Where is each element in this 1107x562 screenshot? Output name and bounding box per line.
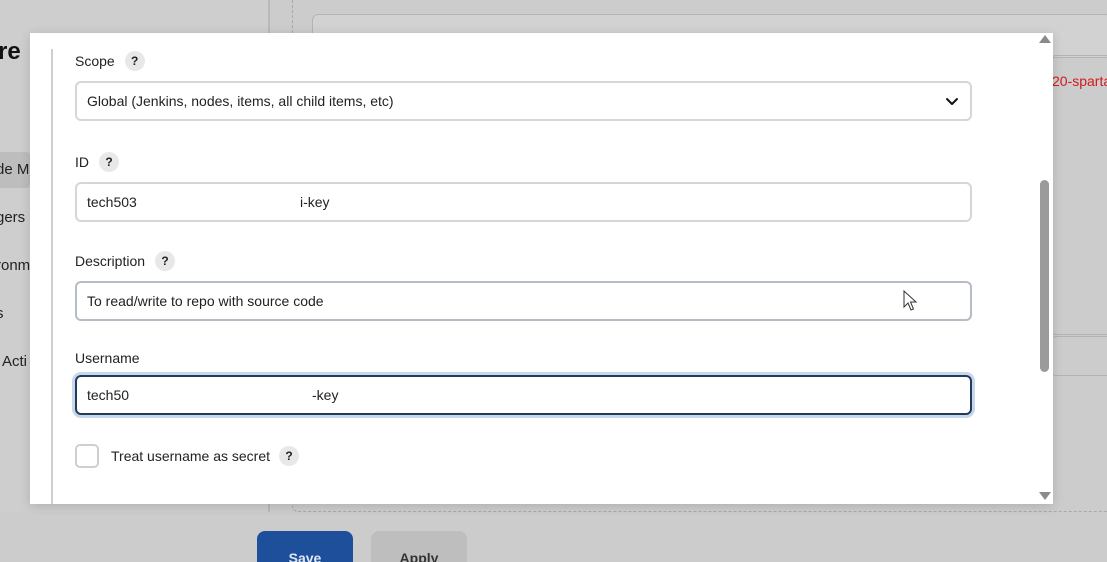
username-input[interactable]: tech50 -key [75, 375, 972, 415]
description-label-row: Description ? [75, 251, 176, 271]
scrollbar-thumb[interactable] [1040, 180, 1049, 372]
add-credentials-dialog: Scope ? Global (Jenkins, nodes, items, a… [30, 33, 1053, 504]
id-value-prefix: tech503 [87, 194, 137, 210]
background-field-right-lower [1050, 336, 1107, 376]
dialog-left-rule [51, 49, 53, 504]
treat-username-secret-label: Treat username as secret [111, 448, 270, 464]
treat-username-secret-checkbox[interactable] [75, 444, 99, 468]
description-value: To read/write to repo with source code [87, 293, 324, 309]
username-label: Username [75, 350, 140, 366]
id-label-row: ID ? [75, 152, 119, 172]
username-value-prefix: tech50 [87, 387, 130, 403]
username-label-row: Username [75, 350, 140, 366]
id-help-icon[interactable]: ? [99, 152, 119, 172]
save-button[interactable]: Save [257, 531, 353, 562]
background-sidebar-item[interactable]: de M [0, 161, 29, 178]
description-input[interactable]: To read/write to repo with source code [75, 281, 972, 321]
description-label: Description [75, 253, 146, 269]
id-value-suffix: i-key [300, 194, 330, 210]
scope-label-row: Scope ? [75, 51, 145, 71]
apply-button[interactable]: Apply [371, 531, 467, 562]
background-field-right [1050, 55, 1107, 335]
treat-username-secret-row: Treat username as secret ? [75, 444, 299, 468]
chevron-down-icon [946, 98, 958, 105]
treat-username-secret-help-icon[interactable]: ? [279, 446, 299, 466]
scope-label: Scope [75, 53, 115, 69]
id-label: ID [75, 154, 89, 170]
scope-selected-value: Global (Jenkins, nodes, items, all child… [87, 93, 394, 109]
scroll-up-arrow-icon[interactable] [1039, 35, 1051, 43]
scope-select[interactable]: Global (Jenkins, nodes, items, all child… [75, 81, 972, 121]
background-error-text: 20-sparta [1052, 73, 1107, 89]
scope-help-icon[interactable]: ? [124, 51, 145, 71]
mouse-pointer-icon [903, 290, 918, 311]
scroll-down-arrow-icon[interactable] [1039, 492, 1051, 500]
username-value-suffix: -key [312, 387, 339, 403]
id-input[interactable]: tech503 i-key [75, 182, 972, 222]
background-page-title: re [0, 38, 21, 65]
background-sidebar-item[interactable]: gers [0, 209, 25, 226]
background-sidebar-item[interactable]: Acti [2, 353, 27, 370]
description-help-icon[interactable]: ? [155, 251, 176, 271]
background-sidebar-item[interactable]: ronm [0, 257, 30, 274]
background-sidebar-item[interactable]: s [0, 305, 4, 322]
